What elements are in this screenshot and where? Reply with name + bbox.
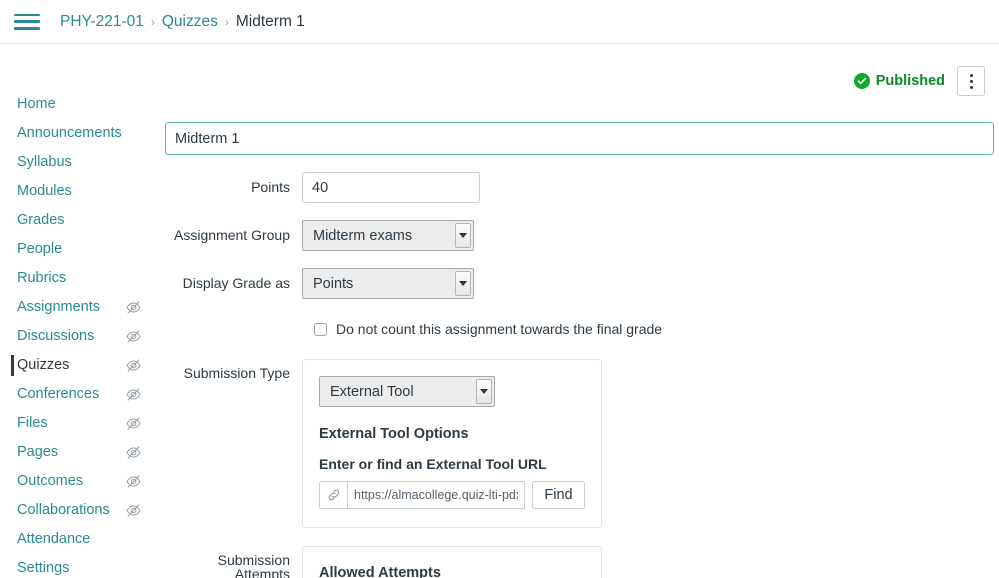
breadcrumb-separator: ›	[224, 14, 229, 29]
sidebar-item-label: Syllabus	[17, 154, 72, 170]
submission-type-field-row: Submission Type External Tool External T…	[165, 357, 999, 528]
sidebar-item-label: Collaborations	[17, 502, 110, 518]
omit-from-final-grade-checkbox[interactable]	[314, 322, 327, 336]
eye-slash-icon	[125, 502, 142, 519]
status-badge[interactable]: Published	[853, 73, 945, 89]
eye-slash-icon	[125, 386, 142, 403]
allowed-attempts-heading: Allowed Attempts	[319, 565, 441, 578]
sidebar-item-settings[interactable]: Settings	[0, 554, 160, 578]
sidebar-item-outcomes[interactable]: Outcomes	[0, 467, 160, 496]
status-badge-label: Published	[875, 73, 945, 89]
chevron-down-icon	[455, 223, 471, 248]
sidebar-item-quizzes[interactable]: Quizzes	[0, 351, 160, 380]
points-input[interactable]	[302, 172, 480, 203]
sidebar-item-label: Pages	[17, 444, 59, 460]
quiz-title-input[interactable]	[165, 122, 994, 155]
breadcrumb-item-course[interactable]: PHY-221-01	[60, 13, 144, 31]
sidebar-item-label: Announcements	[17, 125, 122, 141]
more-options-icon[interactable]	[957, 66, 985, 96]
assignment-group-value: Midterm exams	[313, 227, 413, 244]
sidebar-item-grades[interactable]: Grades	[0, 206, 160, 235]
quiz-edit-form: Points Assignment Group Midterm exams Di…	[165, 122, 999, 578]
sidebar-item-label: Rubrics	[17, 270, 67, 286]
sidebar-item-label: Assignments	[17, 299, 101, 315]
eye-slash-icon	[125, 328, 142, 345]
chevron-down-icon	[476, 379, 492, 404]
sidebar-item-label: People	[17, 241, 63, 257]
course-navigation-sidebar: Home Announcements Syllabus Modules Grades Pe…	[0, 44, 160, 578]
assignment-group-label: Assignment Group	[174, 227, 290, 243]
top-breadcrumb-bar: PHY-221-01 › Quizzes › Midterm 1	[0, 0, 999, 44]
display-grade-as-field-row: Display Grade as Points	[165, 268, 999, 299]
sidebar-item-collaborations[interactable]: Collaborations	[0, 496, 160, 525]
canvas-quiz-edit-page: PHY-221-01 › Quizzes › Midterm 1 Fall 20…	[0, 0, 999, 578]
publish-status-area: Published	[853, 66, 985, 96]
external-tool-url-heading: Enter or find an External Tool URL	[319, 456, 547, 472]
breadcrumb-item-quizzes[interactable]: Quizzes	[162, 13, 218, 31]
sidebar-item-label: Settings	[17, 560, 70, 576]
submission-attempts-panel: Allowed Attempts	[302, 546, 602, 578]
sidebar-item-announcements[interactable]: Announcements	[0, 119, 160, 148]
display-grade-as-label: Display Grade as	[182, 275, 290, 291]
sidebar-item-attendance[interactable]: Attendance	[0, 525, 160, 554]
eye-slash-icon	[125, 357, 142, 374]
sidebar-item-conferences[interactable]: Conferences	[0, 380, 160, 409]
external-tool-url-group: Find	[319, 481, 585, 509]
submission-type-label: Submission Type	[183, 365, 290, 381]
sidebar-item-home[interactable]: Home	[0, 90, 160, 119]
sidebar-item-discussions[interactable]: Discussions	[0, 322, 160, 351]
sidebar-item-pages[interactable]: Pages	[0, 438, 160, 467]
sidebar-item-label: Modules	[17, 183, 72, 199]
points-field-row: Points	[165, 172, 999, 203]
display-grade-as-value: Points	[313, 275, 354, 292]
external-tool-options-heading: External Tool Options	[319, 426, 469, 442]
sidebar-item-label: Conferences	[17, 386, 100, 402]
sidebar-item-label: Quizzes	[17, 357, 70, 373]
omit-from-final-grade-row[interactable]: Do not count this assignment towards the…	[314, 321, 999, 337]
sidebar-item-assignments[interactable]: Assignments	[0, 293, 160, 322]
check-circle-icon	[853, 73, 870, 89]
sidebar-item-label: Home	[17, 96, 56, 112]
sidebar-item-rubrics[interactable]: Rubrics	[0, 264, 160, 293]
eye-slash-icon	[125, 299, 142, 316]
sidebar-item-modules[interactable]: Modules	[0, 177, 160, 206]
hamburger-icon[interactable]	[14, 12, 40, 32]
external-tool-panel: External Tool External Tool Options Ente…	[302, 359, 602, 528]
external-tool-url-input[interactable]	[347, 481, 525, 509]
sidebar-item-label: Attendance	[17, 531, 91, 547]
link-icon	[319, 481, 347, 509]
sidebar-item-label: Grades	[17, 212, 65, 228]
submission-type-value: External Tool	[330, 383, 414, 400]
find-button[interactable]: Find	[532, 481, 585, 509]
breadcrumb: PHY-221-01 › Quizzes › Midterm 1	[60, 13, 305, 31]
sidebar-item-people[interactable]: People	[0, 235, 160, 264]
breadcrumb-separator: ›	[150, 14, 155, 29]
sidebar-item-label: Discussions	[17, 328, 95, 344]
submission-type-select[interactable]: External Tool	[319, 376, 495, 407]
sidebar-item-files[interactable]: Files	[0, 409, 160, 438]
assignment-group-field-row: Assignment Group Midterm exams	[165, 220, 999, 251]
eye-slash-icon	[125, 473, 142, 490]
eye-slash-icon	[125, 444, 142, 461]
breadcrumb-item-current: Midterm 1	[235, 12, 305, 30]
sidebar-item-label: Outcomes	[17, 473, 84, 489]
sidebar-item-syllabus[interactable]: Syllabus	[0, 148, 160, 177]
submission-attempts-field-row: Submission Attempts Allowed Attempts	[165, 544, 999, 578]
submission-attempts-label: Submission Attempts	[217, 552, 290, 578]
assignment-group-select[interactable]: Midterm exams	[302, 220, 474, 251]
points-label: Points	[251, 179, 290, 195]
display-grade-as-select[interactable]: Points	[302, 268, 474, 299]
chevron-down-icon	[455, 271, 471, 296]
sidebar-item-label: Files	[17, 415, 48, 431]
omit-from-final-grade-label: Do not count this assignment towards the…	[336, 321, 663, 337]
eye-slash-icon	[125, 415, 142, 432]
